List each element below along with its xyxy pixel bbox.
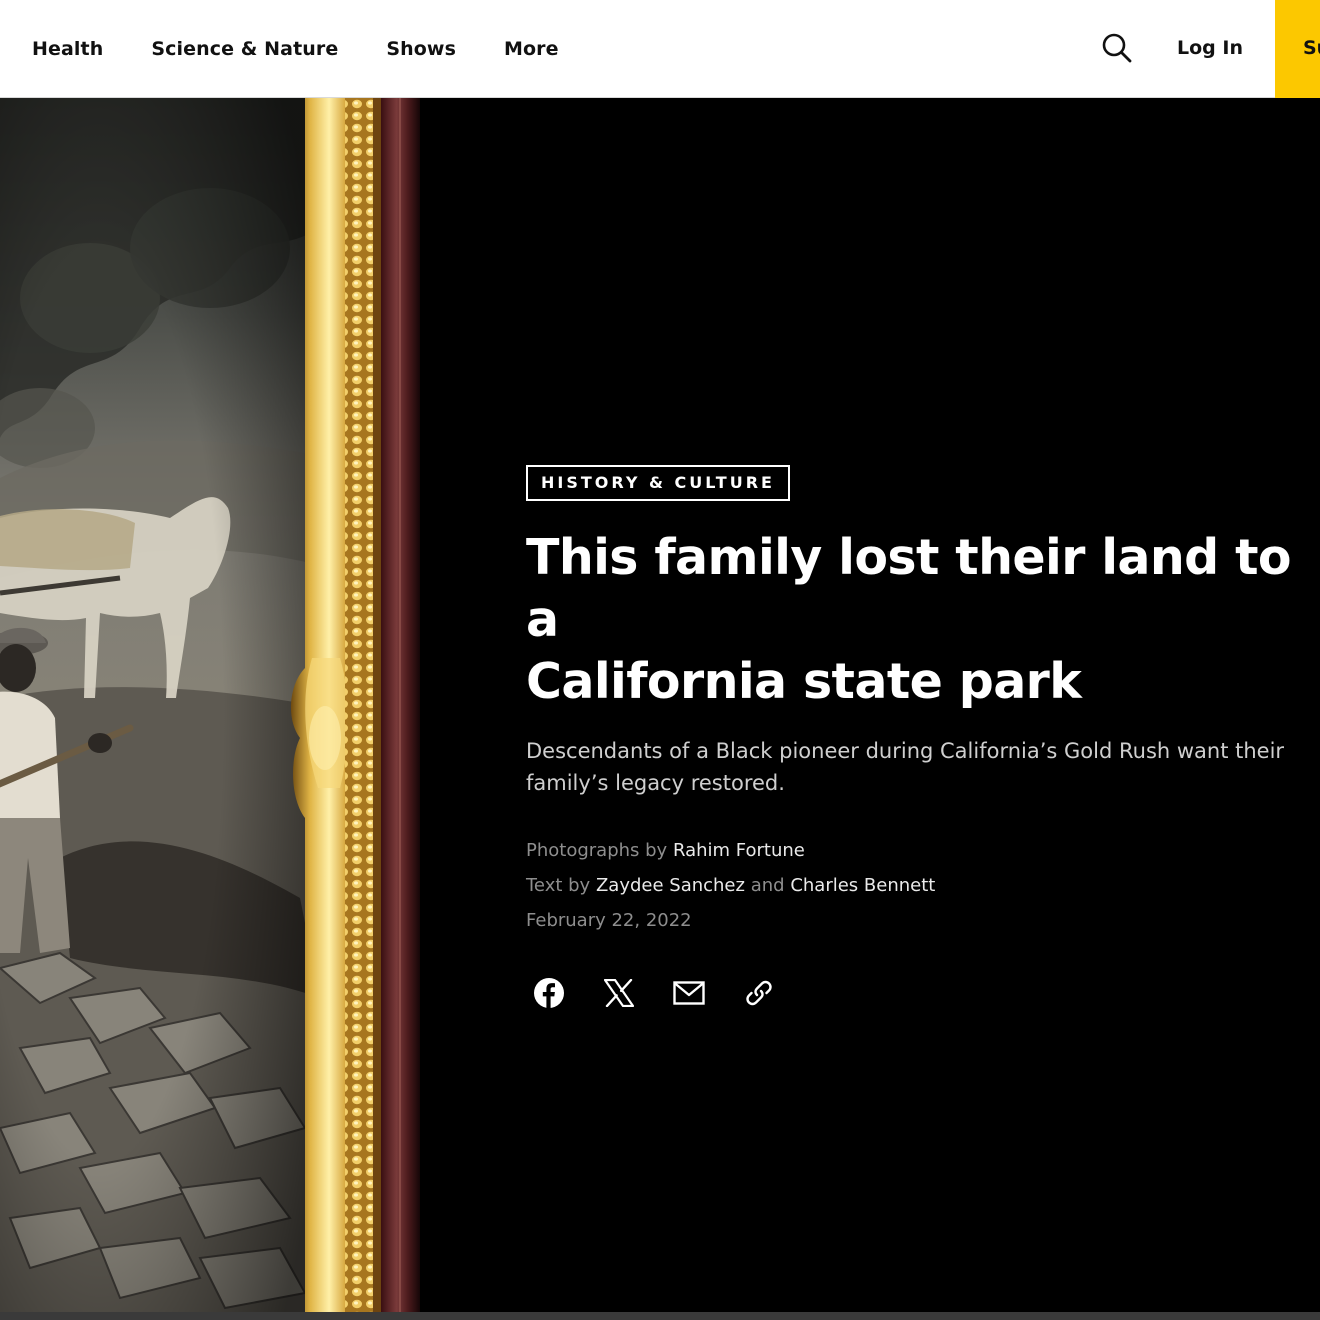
nav-link-more[interactable]: More <box>504 38 559 60</box>
x-icon <box>604 979 634 1007</box>
headline: This family lost their land to a Califor… <box>526 527 1306 713</box>
hero-photo <box>0 98 420 1312</box>
headline-line-2: California state park <box>526 653 1082 710</box>
share-facebook-button[interactable] <box>532 976 566 1010</box>
and-word: and <box>750 875 785 896</box>
publish-date: February 22, 2022 <box>526 910 692 931</box>
share-email-button[interactable] <box>672 976 706 1010</box>
headline-line-1: This family lost their land to a <box>526 529 1292 648</box>
login-button[interactable]: Log In <box>1177 0 1243 97</box>
dek-line-1: Descendants of a Black pioneer during Ca… <box>526 739 1285 763</box>
subscribe-label: Subscribe <box>1303 37 1320 59</box>
dek-line-2: family’s legacy restored. <box>526 771 785 795</box>
copy-link-button[interactable] <box>742 976 776 1010</box>
search-icon <box>1102 33 1132 63</box>
photo-credit: Photographs by Rahim Fortune <box>526 833 1316 868</box>
article-header: HISTORY & CULTURE This family lost their… <box>526 465 1316 1010</box>
bottom-bar <box>0 1312 1320 1320</box>
text-credit: Text by Zaydee Sanchez and Charles Benne… <box>526 868 1316 903</box>
share-row <box>526 976 1316 1010</box>
search-button[interactable] <box>1101 32 1133 64</box>
nav-link-shows[interactable]: Shows <box>386 38 456 60</box>
dek: Descendants of a Black pioneer during Ca… <box>526 735 1316 799</box>
author-link-2[interactable]: Charles Bennett <box>790 875 935 896</box>
nav-link-science-nature[interactable]: Science & Nature <box>151 38 338 60</box>
share-x-button[interactable] <box>602 976 636 1010</box>
photographer-link[interactable]: Rahim Fortune <box>673 840 805 861</box>
subscribe-button[interactable]: Subscribe <box>1275 0 1320 98</box>
tintype-illustration <box>0 98 420 1312</box>
email-icon <box>673 981 705 1005</box>
credits: Photographs by Rahim Fortune Text by Zay… <box>526 833 1316 938</box>
text-prefix: Text by <box>526 875 591 896</box>
nav-link-health[interactable]: Health <box>32 38 103 60</box>
link-icon <box>746 980 772 1006</box>
nav-links: Health Science & Nature Shows More <box>32 0 607 97</box>
facebook-icon <box>534 978 564 1008</box>
category-tag[interactable]: HISTORY & CULTURE <box>526 465 790 501</box>
top-nav: Health Science & Nature Shows More Log I… <box>0 0 1320 98</box>
photos-prefix: Photographs by <box>526 840 668 861</box>
author-link-1[interactable]: Zaydee Sanchez <box>596 875 745 896</box>
page: Health Science & Nature Shows More Log I… <box>0 0 1320 1320</box>
